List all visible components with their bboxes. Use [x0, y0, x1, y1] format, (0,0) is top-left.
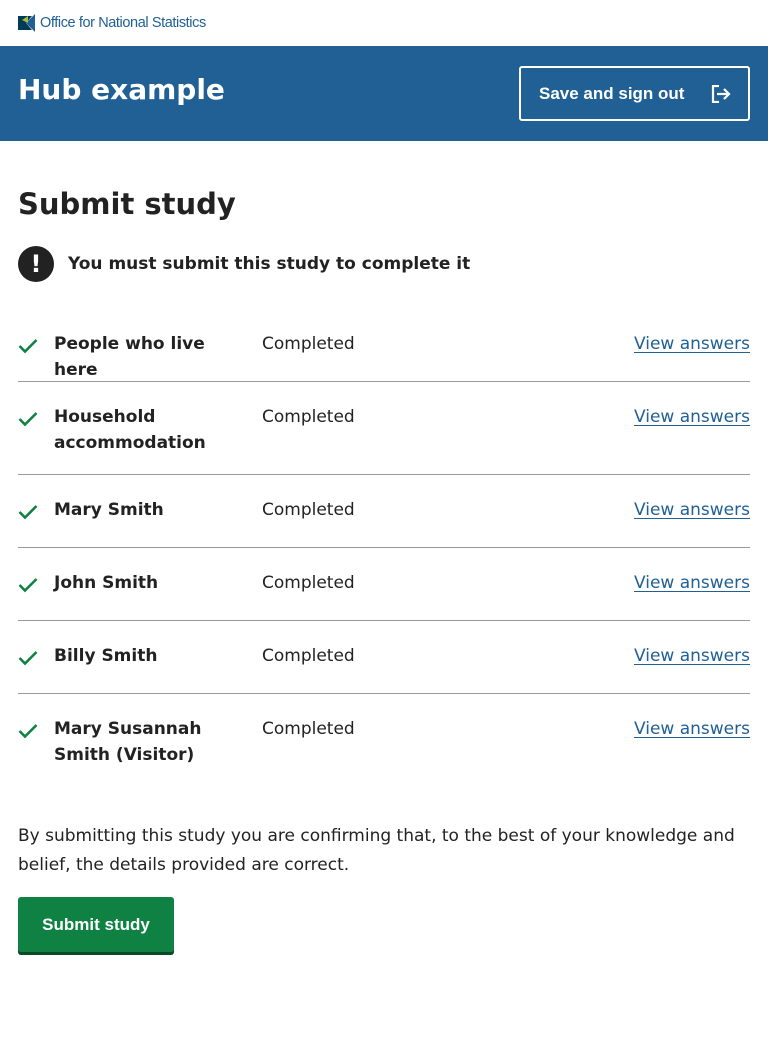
- row-title: John Smith: [54, 573, 159, 593]
- summary-list: People who live here Completed View answ…: [18, 309, 750, 774]
- row-title: People who live here: [54, 334, 205, 380]
- service-title: Hub example: [18, 73, 225, 106]
- summary-row-visitor: Mary Susannah Smith (Visitor) Completed …: [18, 694, 750, 774]
- ons-logo-icon: [18, 14, 35, 32]
- check-icon: [18, 651, 38, 666]
- view-answers-link[interactable]: View answers: [634, 644, 750, 670]
- logo-text: Office for National Statistics: [40, 15, 206, 31]
- row-status: Completed: [262, 407, 355, 427]
- row-title: Billy Smith: [54, 646, 158, 666]
- view-answers-link[interactable]: View answers: [634, 332, 750, 358]
- check-icon: [18, 578, 38, 593]
- summary-row-accommodation: Household accommodation Completed View a…: [18, 382, 750, 475]
- exclamation-icon: !: [18, 246, 54, 282]
- view-answers-link[interactable]: View answers: [634, 405, 750, 431]
- row-status: Completed: [262, 719, 355, 739]
- page-title: Submit study: [18, 187, 236, 221]
- summary-row-billy: Billy Smith Completed View answers: [18, 621, 750, 694]
- check-icon: [18, 505, 38, 520]
- signout-label: Save and sign out: [539, 83, 685, 103]
- view-answers-link[interactable]: View answers: [634, 571, 750, 597]
- row-status: Completed: [262, 500, 355, 520]
- row-status: Completed: [262, 646, 355, 666]
- row-status: Completed: [262, 573, 355, 593]
- view-answers-link[interactable]: View answers: [634, 498, 750, 524]
- alert-text: You must submit this study to complete i…: [68, 254, 471, 274]
- check-icon: [18, 339, 38, 354]
- check-icon: [18, 412, 38, 427]
- row-title: Mary Smith: [54, 500, 164, 520]
- check-icon: [18, 724, 38, 739]
- declaration-text: By submitting this study you are confirm…: [18, 826, 735, 875]
- header: Hub example Save and sign out: [0, 46, 768, 141]
- ons-logo[interactable]: Office for National Statistics: [18, 13, 206, 33]
- summary-row-john: John Smith Completed View answers: [18, 548, 750, 621]
- row-title: Household accommodation: [54, 407, 206, 453]
- submit-study-button[interactable]: Submit study: [18, 897, 174, 952]
- row-title: Mary Susannah Smith (Visitor): [54, 719, 202, 765]
- summary-row-mary: Mary Smith Completed View answers: [18, 475, 750, 548]
- sign-out-icon: [711, 85, 731, 103]
- save-and-sign-out-button[interactable]: Save and sign out: [519, 66, 750, 121]
- row-status: Completed: [262, 334, 355, 354]
- logo-bar: Office for National Statistics: [0, 0, 768, 46]
- summary-row-people: People who live here Completed View answ…: [18, 309, 750, 382]
- alert-panel: ! You must submit this study to complete…: [18, 246, 470, 282]
- view-answers-link[interactable]: View answers: [634, 717, 750, 743]
